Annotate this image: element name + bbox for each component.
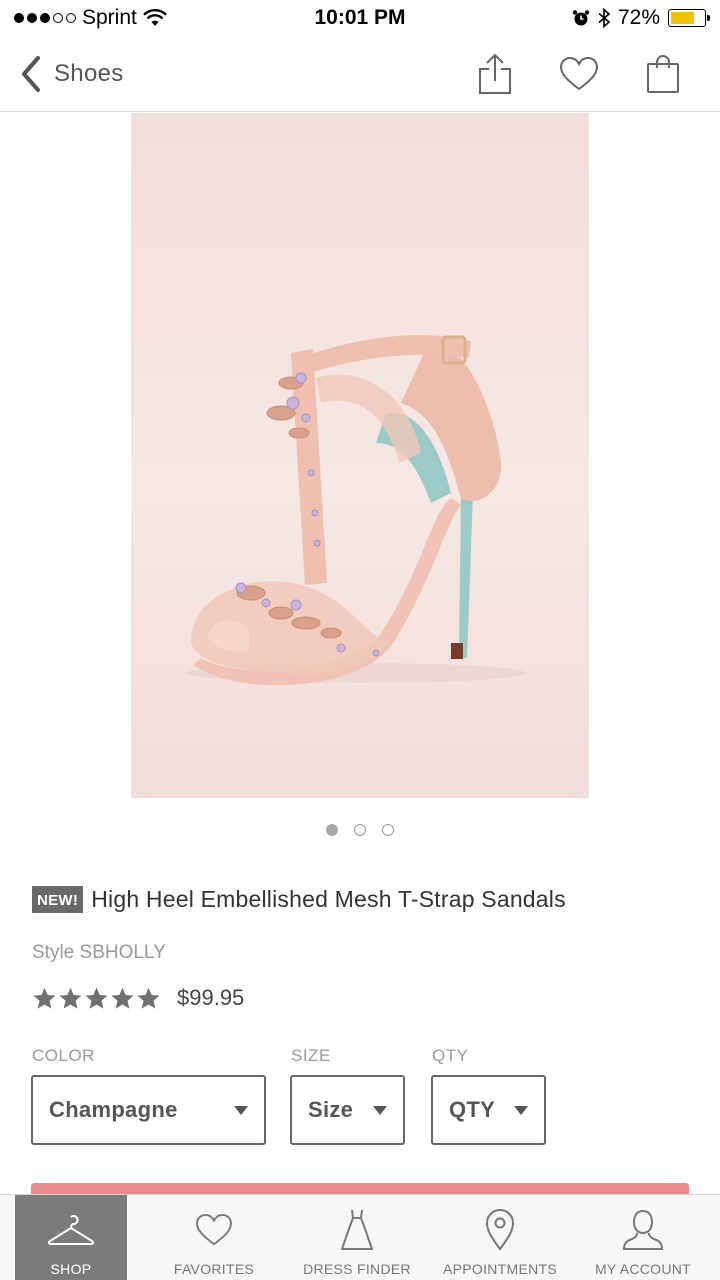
location-pin-icon <box>485 1209 515 1251</box>
chevron-down-icon <box>514 1105 528 1115</box>
qty-value: QTY <box>449 1097 496 1122</box>
bag-button[interactable] <box>636 47 690 101</box>
chevron-down-icon <box>373 1105 387 1115</box>
size-label: SIZE <box>291 1046 331 1065</box>
back-label: Shoes <box>54 59 124 87</box>
tab-label: APPOINTMENTS <box>442 1261 558 1277</box>
style-number: Style SBHOLLY <box>32 942 166 963</box>
product-title: High Heel Embellished Mesh T-Strap Sanda… <box>91 886 566 912</box>
status-right-group: 72% <box>572 6 710 30</box>
chevron-left-icon <box>22 55 40 92</box>
signal-strength-icon <box>14 13 76 23</box>
color-select[interactable]: Champagne <box>31 1075 266 1145</box>
carrier-name: Sprint <box>82 6 137 29</box>
tab-my-account[interactable]: MY ACCOUNT <box>587 1195 699 1280</box>
carousel-dots <box>0 824 720 836</box>
bluetooth-icon <box>598 8 610 28</box>
tab-favorites[interactable]: FAVORITES <box>158 1195 270 1280</box>
nav-actions <box>468 47 720 101</box>
new-badge: NEW! <box>32 886 84 913</box>
title-row: NEW! High Heel Embellished Mesh T-Strap … <box>32 886 566 913</box>
tab-label: SHOP <box>50 1261 92 1277</box>
battery-icon <box>668 9 710 27</box>
qty-label: QTY <box>432 1046 469 1065</box>
tab-label: FAVORITES <box>173 1261 255 1277</box>
status-bar: Sprint 10:01 PM 72% <box>0 0 720 36</box>
carousel-dot[interactable] <box>354 824 366 836</box>
dress-icon <box>341 1209 373 1250</box>
tab-label: MY ACCOUNT <box>594 1261 692 1277</box>
carousel-dot[interactable] <box>326 824 338 836</box>
tab-appointments[interactable]: APPOINTMENTS <box>442 1195 558 1280</box>
tab-dress-finder[interactable]: DRESS FINDER <box>301 1195 413 1280</box>
shopping-bag-icon <box>647 54 679 93</box>
chevron-down-icon <box>234 1105 248 1115</box>
size-select[interactable]: Size <box>290 1075 405 1145</box>
color-value: Champagne <box>49 1097 178 1122</box>
star-icon <box>111 987 134 1009</box>
nav-bar: Shoes <box>0 36 720 112</box>
back-button[interactable]: Shoes <box>0 54 124 94</box>
hanger-icon <box>47 1215 95 1245</box>
size-value: Size <box>308 1097 354 1122</box>
star-icon <box>33 987 56 1009</box>
carrier-group: Sprint <box>14 6 167 30</box>
heart-icon <box>559 56 599 90</box>
star-icon <box>59 987 82 1009</box>
star-rating[interactable] <box>32 986 161 1011</box>
price: $99.95 <box>177 985 245 1010</box>
sandal-illustration <box>186 335 526 686</box>
star-icon <box>85 987 108 1009</box>
tab-label: DRESS FINDER <box>303 1261 411 1277</box>
battery-fill <box>671 12 695 24</box>
product-image[interactable] <box>131 113 589 798</box>
star-icon <box>137 987 160 1009</box>
share-icon <box>479 53 511 94</box>
qty-select[interactable]: QTY <box>431 1075 546 1145</box>
heart-icon <box>196 1213 232 1246</box>
wifi-icon <box>143 9 167 26</box>
share-button[interactable] <box>468 47 522 101</box>
battery-percent: 72% <box>617 6 660 29</box>
tab-shop[interactable]: SHOP <box>15 1195 127 1280</box>
tab-bar: SHOP FAVORITES DRESS FINDER APPOINTMENTS <box>0 1194 720 1280</box>
carousel-dot[interactable] <box>382 824 394 836</box>
alarm-icon <box>572 10 590 26</box>
person-icon <box>622 1209 664 1250</box>
favorite-button[interactable] <box>552 47 606 101</box>
color-label: COLOR <box>32 1046 95 1065</box>
rating-row: $99.95 <box>32 985 244 1011</box>
